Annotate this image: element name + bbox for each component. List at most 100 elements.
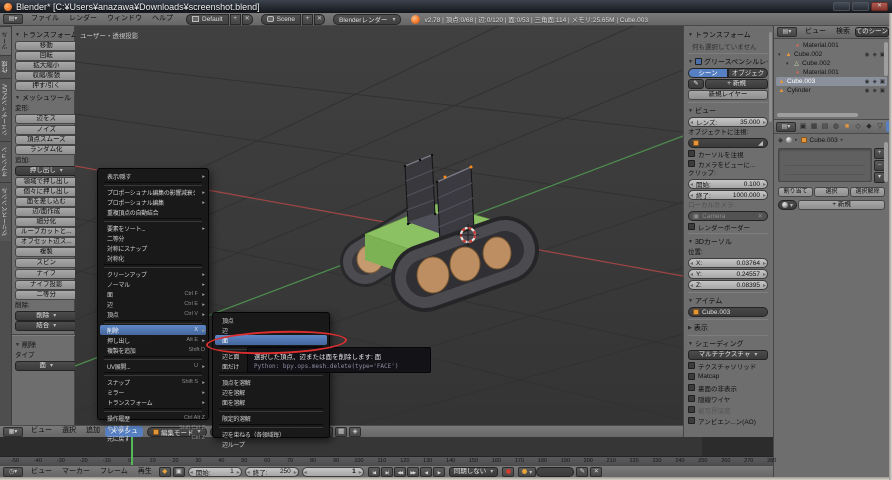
clip-end-slider[interactable]: 終了:1000.000 [688, 190, 768, 200]
properties-context-icon[interactable]: ◆ [864, 121, 874, 132]
menu-item[interactable]: 削除 X [100, 325, 206, 335]
new-layer-button[interactable]: 新規レイヤー [688, 90, 768, 100]
menu-item[interactable]: 要素をソート... [98, 223, 208, 233]
deform-tool-button[interactable]: ランダム化 [15, 145, 78, 155]
properties-context-icon[interactable]: ▽ [875, 121, 885, 132]
viewport-menu[interactable]: ビュー [26, 425, 57, 438]
editor-type-icon[interactable]: ▤▾ [776, 122, 796, 132]
edge-slide-button[interactable]: 辺をス [15, 114, 78, 124]
deform-tool-button[interactable]: 頂点スムーズ [15, 135, 78, 145]
minimize-button[interactable] [833, 2, 850, 11]
selectable-icon[interactable]: ◈ [873, 88, 877, 94]
selectable-icon[interactable]: ◈ [873, 79, 877, 85]
add-tool-button[interactable]: 辺/面作成 [15, 207, 78, 217]
clip-start-slider[interactable]: 開始:0.100 [688, 179, 768, 189]
grease-checkbox[interactable] [695, 58, 702, 65]
add-scene-button[interactable]: + [302, 14, 313, 25]
add-tool-button[interactable]: 面を差し込む [15, 197, 78, 207]
panel-header-item[interactable]: アイテム [688, 295, 768, 306]
close-button[interactable]: ✕ [871, 2, 888, 11]
tool-shelf-tab[interactable]: ツール [0, 26, 11, 55]
outliner-menu[interactable]: 検索 [831, 26, 855, 38]
submenu-item[interactable]: 辺を束ねる（各領域毎） [213, 429, 329, 439]
menu-item[interactable]: UV展開... U [98, 361, 208, 371]
outliner-row[interactable]: ▾ Cube.002 [776, 59, 887, 68]
menu-item[interactable]: 頂点 Ctrl V [98, 309, 208, 319]
add-tool-button[interactable]: オフセット辺ス... [15, 237, 78, 247]
panel-header-3d-cursor[interactable]: 3Dカーソル [688, 236, 768, 247]
lens-slider[interactable]: レンズ:35.000 [688, 117, 768, 127]
add-tool-button[interactable]: 二等分 [15, 290, 78, 300]
tool-shelf-tab[interactable]: 作成 [0, 55, 11, 78]
grease-scene-tab[interactable]: シーン [688, 68, 728, 78]
menu-item[interactable]: 元に戻す Ctrl Z [98, 433, 208, 443]
menu-item[interactable]: 表示/隠す [98, 171, 208, 181]
expand-icon[interactable]: ▾ [786, 61, 791, 67]
menu-item[interactable]: 二等分 [98, 233, 208, 243]
menu-item[interactable]: 複製を追加 Shift D [98, 345, 208, 355]
timeline-menu[interactable]: フレーム [95, 466, 133, 478]
tool-shelf-tab[interactable]: グリースペンシル [0, 182, 11, 241]
editor-type-icon[interactable]: ◷▾ [3, 467, 23, 477]
shading-mode-dropdown[interactable]: マルチテクスチャ [688, 350, 768, 360]
shading-option-checkbox[interactable] [688, 395, 695, 402]
prev-keyframe-button[interactable]: ◀◀ [394, 467, 406, 477]
menu-item[interactable]: スナップ Shift S [98, 377, 208, 387]
render-border-row[interactable]: レンダーボーダー [688, 222, 768, 231]
npanel-scrollbar[interactable] [769, 32, 772, 122]
expand-icon[interactable]: ▾ [778, 52, 783, 58]
menu-item[interactable]: クリーンアップ [98, 269, 208, 279]
deform-tool-button[interactable]: ノイズ [15, 125, 78, 135]
menu-item[interactable]: 辺 Ctrl E [98, 299, 208, 309]
render-border-checkbox[interactable] [688, 223, 695, 230]
render-engine-selector[interactable]: Blenderレンダー [333, 14, 401, 25]
submenu-item[interactable] [219, 424, 323, 428]
window-titlebar[interactable]: Blender* [C:¥Users¥anazawa¥Downloads¥scr… [0, 0, 892, 13]
scene-selector[interactable]: Scene + ✕ [261, 14, 325, 25]
editor-type-icon[interactable]: ▤▾ [3, 14, 23, 24]
panel-header-shading[interactable]: シェーディング [688, 338, 768, 349]
timeline-menu[interactable]: ビュー [26, 466, 57, 478]
spin-button[interactable]: スピン [15, 258, 78, 268]
info-menu[interactable]: ヘルプ [147, 13, 178, 25]
extrude-dropdown[interactable]: 押し出し [15, 166, 78, 176]
delete-keyframe-button[interactable]: ✕ [590, 467, 602, 477]
submenu-item[interactable]: 辺を溶解 [213, 387, 329, 397]
panel-header-grease-pencil[interactable]: グリースペンシルレイ [688, 56, 768, 67]
shading-option-row[interactable]: テクスチャソリッド [688, 361, 768, 370]
keying-set-field[interactable] [536, 467, 574, 477]
current-frame-field[interactable]: 1 [302, 467, 364, 477]
preview-range-toggle[interactable]: ◆ [159, 467, 171, 477]
menu-item[interactable] [104, 356, 202, 360]
cursor-y-field[interactable]: Y:0.24557 [688, 269, 768, 279]
panel-header-display[interactable]: 表示 [688, 322, 768, 333]
grease-new-button[interactable]: +新規 [705, 79, 768, 89]
delete-type-dropdown[interactable]: 面 [15, 361, 78, 371]
add-tool-button[interactable]: 細分化 [15, 217, 78, 227]
material-slot-list[interactable] [778, 148, 872, 182]
remove-scene-button[interactable]: ✕ [314, 14, 325, 25]
maximize-button[interactable] [852, 2, 869, 11]
menu-item[interactable]: 面 Ctrl F [98, 289, 208, 299]
properties-context-icon[interactable]: ◍ [831, 121, 841, 132]
editor-type-icon[interactable]: ▦▾ [3, 427, 23, 437]
cursor-z-field[interactable]: Z:0.08395 [688, 280, 768, 290]
visibility-icon[interactable]: ◉ [865, 52, 870, 58]
render-preview-button[interactable]: ▦ [335, 427, 347, 437]
next-keyframe-button[interactable]: ▶▶ [407, 467, 419, 477]
play-button[interactable]: ▶ [433, 467, 445, 477]
jump-to-start-button[interactable]: |◀ [368, 467, 380, 477]
lock-to-cursor-row[interactable]: カーソルを注視 [688, 149, 768, 158]
outliner-row[interactable]: ▾ Cube.002 ◉◈▣ [776, 50, 887, 59]
info-menu[interactable]: ファイル [26, 13, 64, 25]
timeline-menu[interactable]: 再生 [133, 466, 157, 478]
lock-camera-checkbox[interactable] [688, 160, 695, 167]
remove-dropdown[interactable]: 削除 [15, 311, 78, 321]
keying-set-dropdown[interactable] [518, 467, 536, 477]
eyedropper-icon[interactable]: ◢ [758, 139, 763, 147]
knife-button[interactable]: ナイフ [15, 269, 78, 279]
grease-source-toggle[interactable]: シーン オブジェクト [688, 68, 768, 78]
shading-option-row[interactable]: 被写界深度 [688, 405, 768, 414]
timeline-editor[interactable]: -50-40-30-20-100102030405060708090100110… [0, 437, 773, 477]
menu-item[interactable] [104, 264, 202, 268]
